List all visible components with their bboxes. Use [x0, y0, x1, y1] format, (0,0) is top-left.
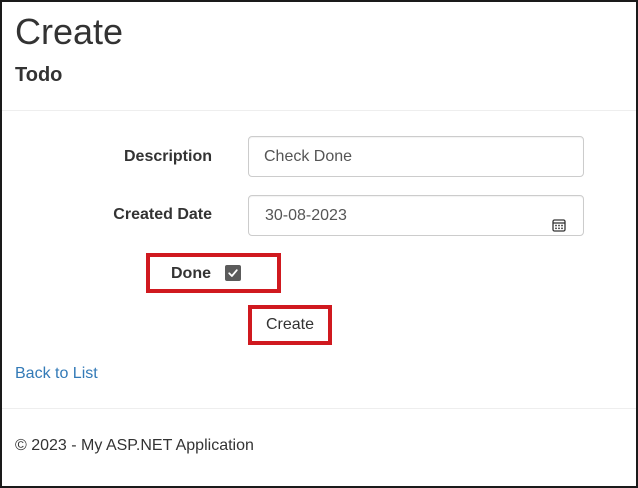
- page-subtitle: Todo: [15, 64, 63, 86]
- app-frame: Create Todo Description Created Date 30-…: [0, 0, 638, 488]
- description-label: Description: [123, 148, 212, 165]
- created-date-input[interactable]: 30-08-2023: [248, 195, 584, 236]
- back-to-list-link[interactable]: Back to List: [15, 364, 98, 384]
- done-highlight-box: [146, 253, 281, 293]
- created-date-label: Created Date: [113, 206, 212, 223]
- created-date-value: 30-08-2023: [265, 207, 347, 224]
- description-input[interactable]: [248, 136, 584, 177]
- header-divider: [2, 110, 636, 111]
- page-title: Create: [15, 11, 124, 52]
- footer-divider: [2, 408, 636, 409]
- create-button[interactable]: Create: [252, 309, 328, 341]
- check-icon: [228, 269, 238, 277]
- footer-copyright: © 2023 - My ASP.NET Application: [15, 437, 254, 454]
- done-label: Done: [171, 265, 211, 282]
- calendar-icon[interactable]: [552, 208, 566, 232]
- done-checkbox[interactable]: [225, 265, 241, 281]
